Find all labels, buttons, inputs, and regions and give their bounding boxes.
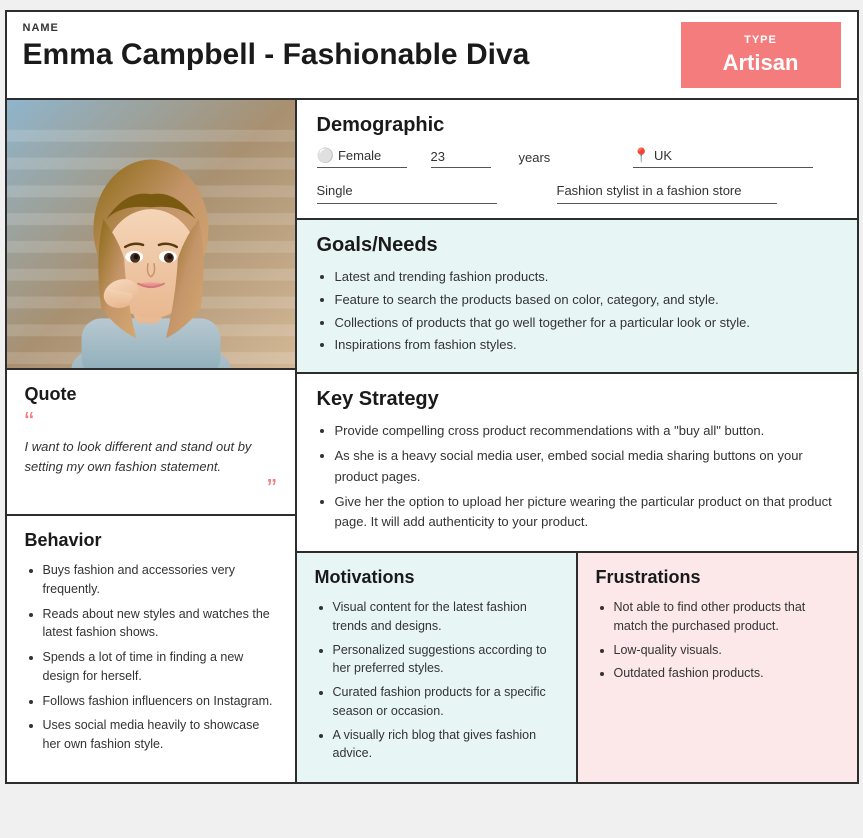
goals-item: Inspirations from fashion styles.	[335, 335, 837, 356]
location-field: 📍 UK	[633, 147, 813, 168]
motivations-item: Visual content for the latest fashion tr…	[333, 598, 558, 636]
age-row: 23	[431, 149, 491, 164]
motivations-item: Personalized suggestions according to he…	[333, 641, 558, 679]
behavior-item: Uses social media heavily to showcase he…	[43, 716, 277, 754]
gender-value: Female	[338, 148, 381, 163]
motivations-title: Motivations	[315, 567, 558, 588]
goals-section: Goals/Needs Latest and trending fashion …	[297, 220, 857, 374]
header: NAME Emma Campbell - Fashionable Diva TY…	[7, 12, 857, 100]
body: Quote “ I want to look different and sta…	[7, 100, 857, 782]
frustrations-item: Outdated fashion products.	[614, 664, 839, 683]
photo-placeholder	[7, 100, 295, 368]
frustrations-section: Frustrations Not able to find other prod…	[578, 553, 857, 782]
quote-close-icon: ”	[267, 482, 276, 496]
gender-field: ⚪ Female	[317, 147, 407, 168]
goals-title: Goals/Needs	[317, 234, 837, 257]
location-row: 📍 UK	[633, 147, 813, 164]
motivations-item: Curated fashion products for a specific …	[333, 683, 558, 721]
strategy-list: Provide compelling cross product recomme…	[317, 421, 837, 533]
frustrations-item: Not able to find other products that mat…	[614, 598, 839, 636]
demographic-title: Demographic	[317, 114, 837, 137]
type-label: TYPE	[744, 34, 777, 46]
header-left: NAME Emma Campbell - Fashionable Diva	[23, 22, 530, 88]
type-value: Artisan	[723, 50, 799, 76]
strategy-section: Key Strategy Provide compelling cross pr…	[297, 374, 857, 553]
motivations-section: Motivations Visual content for the lates…	[297, 553, 578, 782]
behavior-title: Behavior	[25, 530, 277, 551]
behavior-item: Buys fashion and accessories very freque…	[43, 561, 277, 599]
motivations-item: A visually rich blog that gives fashion …	[333, 726, 558, 764]
behavior-list: Buys fashion and accessories very freque…	[25, 561, 277, 754]
goals-item: Feature to search the products based on …	[335, 290, 837, 311]
demographic-row-1: ⚪ Female 23 years 📍 UK	[317, 147, 837, 168]
left-column: Quote “ I want to look different and sta…	[7, 100, 297, 782]
strategy-title: Key Strategy	[317, 388, 837, 411]
quote-text: I want to look different and stand out b…	[25, 437, 277, 476]
behavior-section: Behavior Buys fashion and accessories ve…	[7, 516, 295, 778]
occupation-field: Fashion stylist in a fashion store	[557, 182, 777, 204]
behavior-item: Spends a lot of time in finding a new de…	[43, 648, 277, 686]
strategy-item: Provide compelling cross product recomme…	[335, 421, 837, 442]
location-icon: 📍	[633, 147, 650, 164]
relationship-field: Single	[317, 182, 497, 204]
persona-name: Emma Campbell - Fashionable Diva	[23, 38, 530, 72]
age-value: 23	[431, 149, 445, 164]
behavior-item: Follows fashion influencers on Instagram…	[43, 692, 277, 711]
goals-item: Collections of products that go well tog…	[335, 313, 837, 334]
bottom-row: Motivations Visual content for the lates…	[297, 553, 857, 782]
demographic-row-2: Single Fashion stylist in a fashion stor…	[317, 182, 837, 204]
persona-card: NAME Emma Campbell - Fashionable Diva TY…	[5, 10, 859, 784]
occupation-value: Fashion stylist in a fashion store	[557, 183, 742, 198]
relationship-value: Single	[317, 183, 353, 198]
goals-list: Latest and trending fashion products.Fea…	[317, 267, 837, 356]
frustrations-list: Not able to find other products that mat…	[596, 598, 839, 683]
photo-section	[7, 100, 295, 370]
quote-title: Quote	[25, 384, 277, 405]
location-value: UK	[654, 148, 672, 163]
strategy-item: As she is a heavy social media user, emb…	[335, 446, 837, 488]
behavior-item: Reads about new styles and watches the l…	[43, 605, 277, 643]
demographic-section: Demographic ⚪ Female 23 years	[297, 100, 857, 220]
gender-row: ⚪ Female	[317, 147, 407, 164]
strategy-item: Give her the option to upload her pictur…	[335, 492, 837, 534]
header-type: TYPE Artisan	[681, 22, 841, 88]
age-field: 23	[431, 149, 491, 168]
age-unit: years	[519, 150, 551, 168]
persona-photo	[7, 100, 295, 368]
quote-section: Quote “ I want to look different and sta…	[7, 370, 295, 516]
quote-open-icon: “	[25, 415, 277, 429]
name-label: NAME	[23, 22, 530, 34]
motivations-list: Visual content for the latest fashion tr…	[315, 598, 558, 763]
frustrations-item: Low-quality visuals.	[614, 641, 839, 660]
right-column: Demographic ⚪ Female 23 years	[297, 100, 857, 782]
gender-icon: ⚪	[317, 147, 334, 164]
frustrations-title: Frustrations	[596, 567, 839, 588]
goals-item: Latest and trending fashion products.	[335, 267, 837, 288]
